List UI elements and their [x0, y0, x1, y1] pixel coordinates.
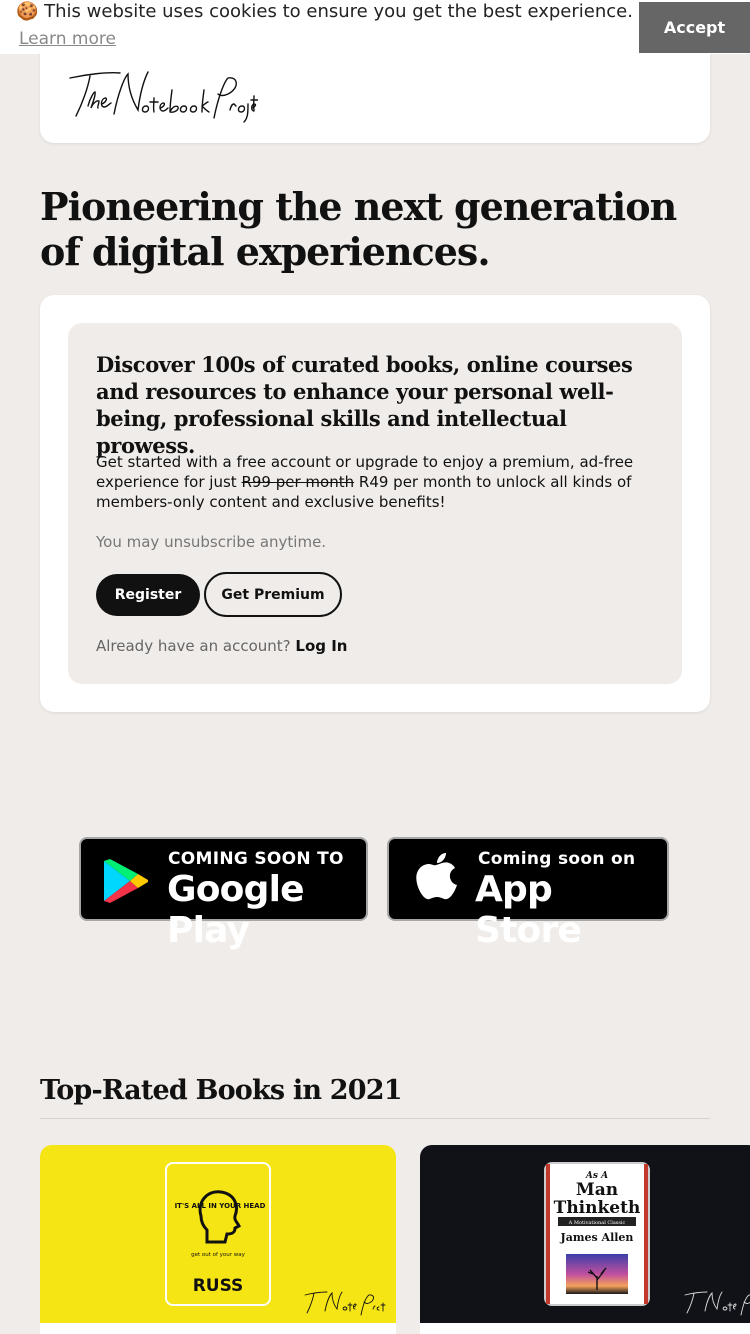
login-prompt: Already have an account? Log In	[96, 636, 348, 656]
notebook-project-logo[interactable]	[68, 64, 259, 124]
head-silhouette-icon: IT'S ALL IN YOUR HEAD get out of your wa…	[175, 1190, 266, 1296]
top-rated-books-title: Top-Rated Books in 2021	[40, 1075, 403, 1106]
apple-icon	[416, 853, 457, 900]
cover-author: RUSS	[193, 1276, 244, 1296]
card-logo-icon	[304, 1291, 386, 1316]
unsubscribe-note: You may unsubscribe anytime.	[96, 533, 327, 551]
cookie-banner: 🍪 This website uses cookies to ensure yo…	[0, 0, 750, 54]
google-play-big-text: Google Play	[167, 869, 305, 951]
cookie-icon: 🍪	[16, 1, 39, 22]
cover-title-1: Man	[576, 1180, 618, 1200]
section-divider	[40, 1118, 710, 1119]
signup-panel: Discover 100s of curated books, online c…	[68, 323, 682, 684]
app-store-big-text: App Store	[475, 869, 582, 951]
google-play-small-text: COMING SOON TO	[168, 849, 344, 869]
book-cover: IT'S ALL IN YOUR HEAD get out of your wa…	[165, 1162, 271, 1306]
book-card[interactable]: IT'S ALL IN YOUR HEAD get out of your wa…	[40, 1145, 396, 1334]
signup-description: Get started with a free account or upgra…	[96, 452, 656, 512]
cover-author: James Allen	[560, 1231, 634, 1244]
cover-title-2: Thinketh	[554, 1198, 641, 1218]
signup-card: Discover 100s of curated books, online c…	[40, 295, 710, 712]
cover-top-text: IT'S ALL IN YOUR HEAD	[175, 1202, 266, 1210]
book-card[interactable]: As A Man Thinketh A Motivational Classic…	[420, 1145, 750, 1334]
cover-subtitle: A Motivational Classic	[568, 1220, 626, 1226]
google-play-badge[interactable]: COMING SOON TO Google Play	[79, 837, 368, 951]
page-headline: Pioneering the next generation of digita…	[40, 184, 677, 274]
book-cover: As A Man Thinketh A Motivational Classic…	[544, 1162, 650, 1306]
cover-tagline: get out of your way	[191, 1252, 246, 1258]
card-logo-icon	[684, 1291, 750, 1316]
card-footer	[40, 1323, 396, 1334]
cookie-message-text: This website uses cookies to ensure you …	[44, 1, 633, 22]
book-cover-art: As A Man Thinketh A Motivational Classic…	[546, 1164, 648, 1304]
cookie-message: 🍪 This website uses cookies to ensure yo…	[16, 1, 633, 23]
register-button[interactable]: Register	[96, 574, 200, 616]
signup-title: Discover 100s of curated books, online c…	[96, 352, 633, 458]
accept-cookies-button[interactable]: Accept	[639, 2, 750, 53]
app-store-badge[interactable]: Coming soon on App Store	[387, 837, 669, 951]
google-play-icon	[104, 859, 148, 903]
login-prompt-text: Already have an account?	[96, 637, 291, 655]
learn-more-link[interactable]: Learn more	[19, 28, 116, 50]
login-link[interactable]: Log In	[295, 637, 347, 655]
app-store-small-text: Coming soon on	[478, 849, 636, 869]
get-premium-button[interactable]: Get Premium	[204, 572, 342, 617]
card-footer	[420, 1323, 750, 1334]
logo-signature-icon	[69, 71, 259, 123]
old-price: R99 per month	[241, 473, 355, 491]
